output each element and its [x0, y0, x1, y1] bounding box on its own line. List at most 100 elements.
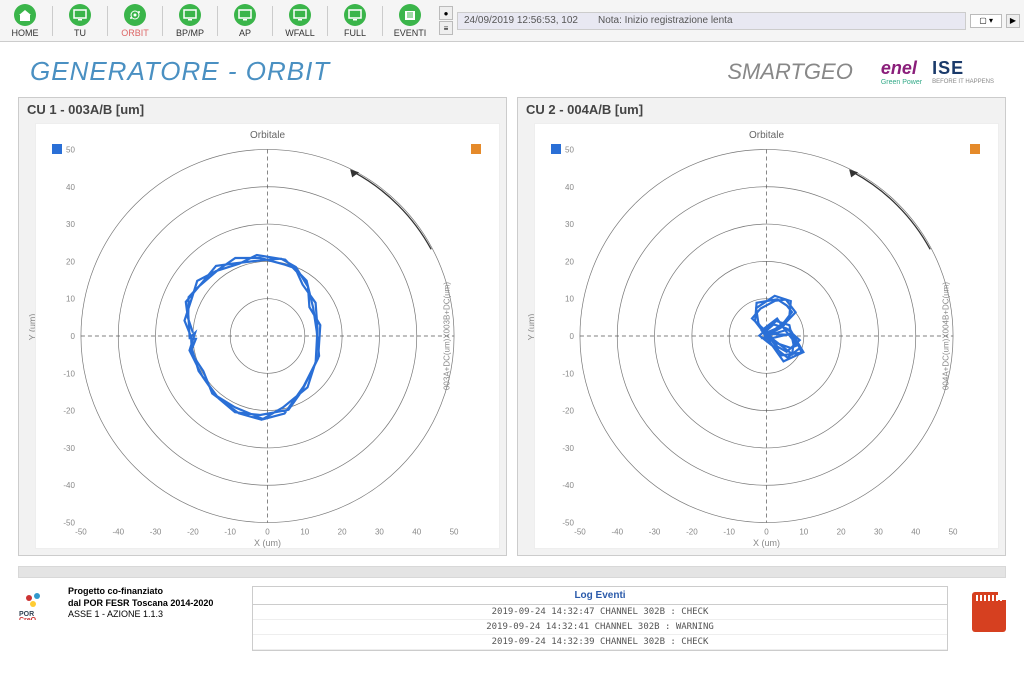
svg-text:0: 0 — [569, 332, 574, 341]
svg-text:20: 20 — [565, 257, 574, 266]
svg-text:50: 50 — [450, 528, 459, 537]
svg-text:-50: -50 — [562, 519, 574, 528]
svg-text:-20: -20 — [63, 407, 75, 416]
toolbar-label: WFALL — [285, 28, 315, 38]
monitor-icon — [344, 4, 366, 26]
monitor-icon — [289, 4, 311, 26]
toolbar-mini-record-icon[interactable]: ● — [439, 6, 453, 20]
chart-panel-2: CU 2 - 004A/B [um] Y (um) Orbitale-50-50… — [517, 97, 1006, 556]
svg-text:40: 40 — [911, 528, 920, 537]
chart-2-title: CU 2 - 004A/B [um] — [518, 98, 1005, 121]
status-bar: 24/09/2019 12:56:53, 102 Nota: Inizio re… — [457, 12, 966, 30]
svg-text:-50: -50 — [75, 528, 87, 537]
orbit-plot-1: Orbitale-50-50-40-40-30-30-20-20-10-1000… — [35, 123, 500, 549]
svg-text:-10: -10 — [562, 369, 574, 378]
toolbar-eventi-button[interactable]: EVENTI — [385, 1, 435, 41]
svg-text:50: 50 — [565, 145, 574, 154]
toolbar-label: BP/MP — [176, 28, 204, 38]
svg-text:30: 30 — [66, 220, 75, 229]
toolbar-items: HOME TU ORBIT BP/MP AP WFALL FULL EVENTI — [0, 1, 435, 41]
toolbar-label: TU — [74, 28, 86, 38]
svg-text:Orbitale: Orbitale — [250, 130, 285, 141]
svg-text:20: 20 — [837, 528, 846, 537]
svg-text:-40: -40 — [112, 528, 124, 537]
svg-text:-20: -20 — [187, 528, 199, 537]
svg-text:30: 30 — [375, 528, 384, 537]
svg-text:40: 40 — [66, 183, 75, 192]
svg-text:10: 10 — [300, 528, 309, 537]
svg-text:-10: -10 — [224, 528, 236, 537]
title-bar: GENERATORE - ORBIT SMARTGEO enel Green P… — [0, 42, 1024, 91]
brand-smartgeo: SMARTGEO — [727, 59, 853, 85]
svg-text:-20: -20 — [686, 528, 698, 537]
logo-enel: enel Green Power — [881, 58, 922, 86]
svg-text:-20: -20 — [562, 407, 574, 416]
logo-ise-sub: BEFORE IT HAPPENS — [932, 79, 994, 85]
svg-text:40: 40 — [412, 528, 421, 537]
svg-text:50: 50 — [66, 145, 75, 154]
svg-text:10: 10 — [66, 295, 75, 304]
logo-enel-sub: Green Power — [881, 79, 922, 86]
toolbar-home-button[interactable]: HOME — [0, 1, 50, 41]
toolbar-ap-button[interactable]: AP — [220, 1, 270, 41]
svg-text:-30: -30 — [63, 444, 75, 453]
svg-text:10: 10 — [565, 295, 574, 304]
toolbar-full-button[interactable]: FULL — [330, 1, 380, 41]
status-note: Nota: Inizio registrazione lenta — [598, 15, 733, 26]
svg-text:50: 50 — [949, 528, 958, 537]
svg-text:30: 30 — [874, 528, 883, 537]
toolbar-tu-button[interactable]: TU — [55, 1, 105, 41]
sd-card-icon[interactable] — [972, 592, 1006, 632]
monitor-icon — [69, 4, 91, 26]
svg-text:-40: -40 — [611, 528, 623, 537]
svg-text:-30: -30 — [150, 528, 162, 537]
toolbar-label: AP — [239, 28, 251, 38]
svg-text:-40: -40 — [562, 481, 574, 490]
toolbar-mini-menu-icon[interactable]: ≡ — [439, 21, 453, 35]
chart-panel-1: CU 1 - 003A/B [um] Y (um) Orbitale-50-50… — [18, 97, 507, 556]
footer-line2: dal POR FESR Toscana 2014-2020 — [68, 598, 213, 608]
log-eventi-panel: Log Eventi 2019-09-24 14:32:47 CHANNEL 3… — [252, 586, 948, 651]
logo-ise-name: ISE — [932, 58, 964, 78]
svg-text:-30: -30 — [649, 528, 661, 537]
toolbar-wfall-button[interactable]: WFALL — [275, 1, 325, 41]
log-row: 2019-09-24 14:32:39 CHANNEL 302B : CHECK — [253, 635, 947, 650]
svg-text:30: 30 — [565, 220, 574, 229]
status-dropdown[interactable]: ▢ ▾ — [970, 14, 1002, 28]
svg-text:-10: -10 — [63, 369, 75, 378]
svg-text:0: 0 — [70, 332, 75, 341]
toolbar-orbit-button[interactable]: ORBIT — [110, 1, 160, 41]
page-title: GENERATORE - ORBIT — [30, 56, 330, 87]
monitor-icon — [179, 4, 201, 26]
svg-text:X (um): X (um) — [254, 538, 281, 548]
logo-enel-name: enel — [881, 58, 917, 78]
svg-text:10: 10 — [799, 528, 808, 537]
toolbar-label: EVENTI — [394, 28, 427, 38]
chart-right-label: 003A+DC(um)X003B+DC(um) — [442, 282, 451, 390]
toolbar-bp-mp-button[interactable]: BP/MP — [165, 1, 215, 41]
footer: PORCreO Progetto co-finanziato dal POR F… — [0, 582, 1024, 655]
log-title: Log Eventi — [253, 587, 947, 605]
svg-text:-50: -50 — [574, 528, 586, 537]
footer-line1: Progetto co-finanziato — [68, 586, 163, 596]
footer-left: PORCreO Progetto co-finanziato dal POR F… — [18, 586, 238, 621]
svg-text:-40: -40 — [63, 481, 75, 490]
toolbar-label: FULL — [344, 28, 366, 38]
chart-right-label: 004A+DC(um)X004B+DC(um) — [941, 282, 950, 390]
svg-text:-50: -50 — [63, 519, 75, 528]
svg-text:0: 0 — [265, 528, 270, 537]
eventi-icon — [399, 4, 421, 26]
separator-bar — [18, 566, 1006, 578]
footer-line3: ASSE 1 - AZIONE 1.1.3 — [68, 609, 163, 619]
svg-text:Orbitale: Orbitale — [749, 130, 784, 141]
play-icon[interactable]: ▶ — [1006, 14, 1020, 28]
svg-text:-10: -10 — [723, 528, 735, 537]
svg-text:0: 0 — [764, 528, 769, 537]
logo-ise: ISE BEFORE IT HAPPENS — [932, 58, 994, 85]
toolbar-label: HOME — [12, 28, 39, 38]
orbit-icon — [124, 4, 146, 26]
toolbar: HOME TU ORBIT BP/MP AP WFALL FULL EVENTI ● ≡ 24… — [0, 0, 1024, 42]
chart-1-title: CU 1 - 003A/B [um] — [19, 98, 506, 121]
toolbar-label: ORBIT — [121, 28, 149, 38]
svg-text:CreO: CreO — [19, 617, 37, 620]
